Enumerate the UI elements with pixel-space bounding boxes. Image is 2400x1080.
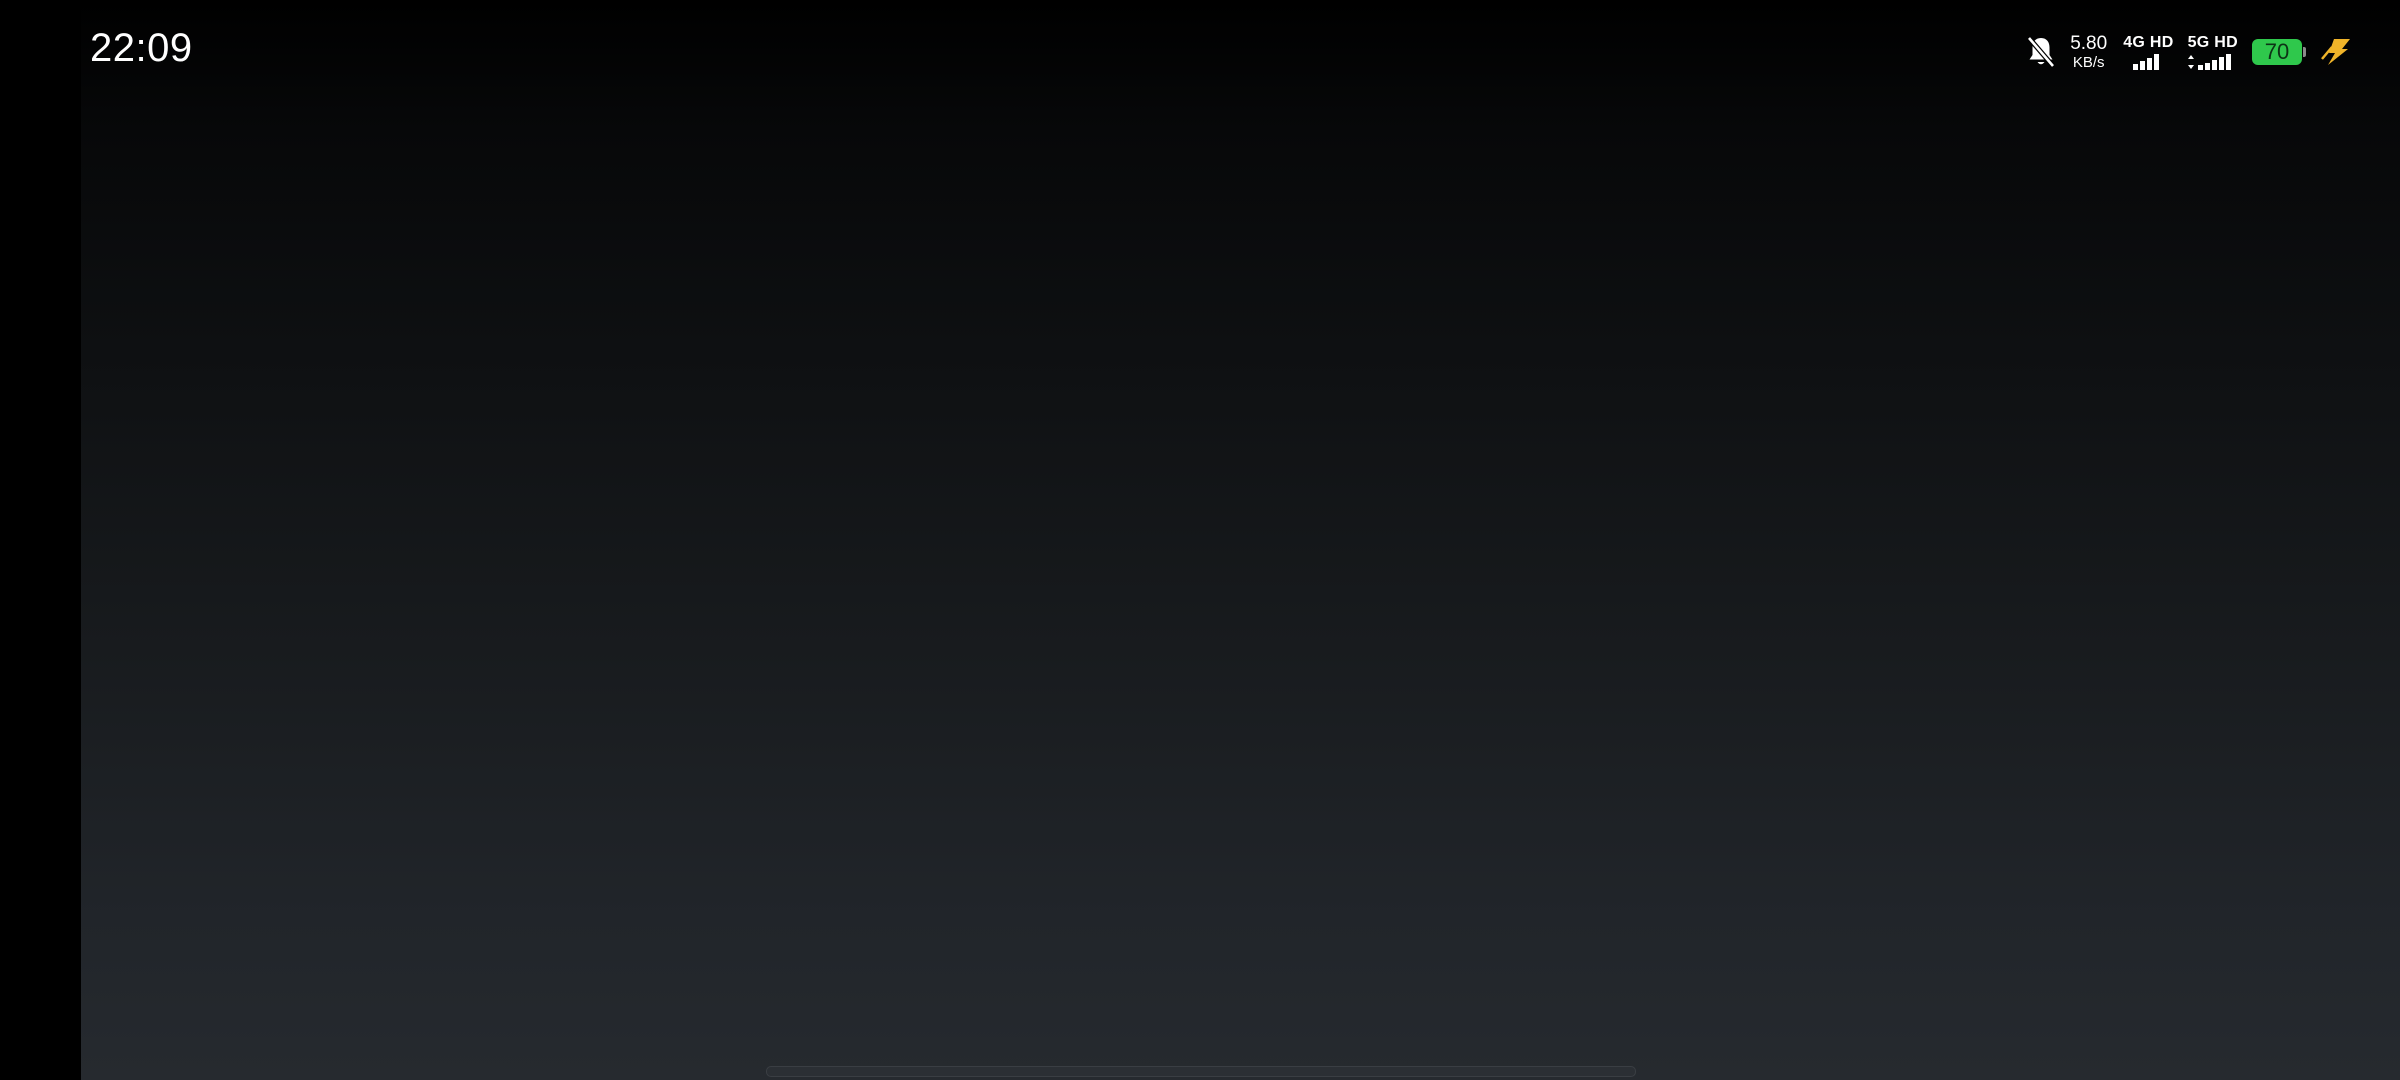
sim1-signal-icon xyxy=(2133,53,2160,70)
camera-cutout-strip xyxy=(0,0,81,1080)
battery-cap xyxy=(2303,47,2306,57)
sim2-indicator: 5G HD xyxy=(2187,33,2238,70)
sim1-indicator: 4G HD xyxy=(2123,33,2174,70)
sim2-signal-icon xyxy=(2187,53,2231,70)
charging-bolt-icon xyxy=(2320,37,2352,67)
sim1-label: 4G HD xyxy=(2123,33,2174,51)
phone-screen: 22:09 5.80 KB/s 4G HD 5G HD 70 xyxy=(0,0,2400,1080)
bell-muted-icon xyxy=(2026,35,2056,69)
network-speed-unit: KB/s xyxy=(2072,54,2105,71)
gesture-navigation-bar[interactable] xyxy=(766,1066,1636,1077)
sim2-label: 5G HD xyxy=(2187,33,2238,51)
status-bar: 22:09 5.80 KB/s 4G HD 5G HD 70 xyxy=(0,0,2400,104)
status-clock: 22:09 xyxy=(90,26,193,70)
battery-level: 70 xyxy=(2252,39,2302,65)
status-icons: 5.80 KB/s 4G HD 5G HD 70 xyxy=(2026,30,2352,74)
blank-app-content xyxy=(81,0,2400,1080)
network-speed-value: 5.80 xyxy=(2070,33,2108,54)
battery-indicator: 70 xyxy=(2252,39,2306,65)
network-speed: 5.80 KB/s xyxy=(2070,34,2107,70)
